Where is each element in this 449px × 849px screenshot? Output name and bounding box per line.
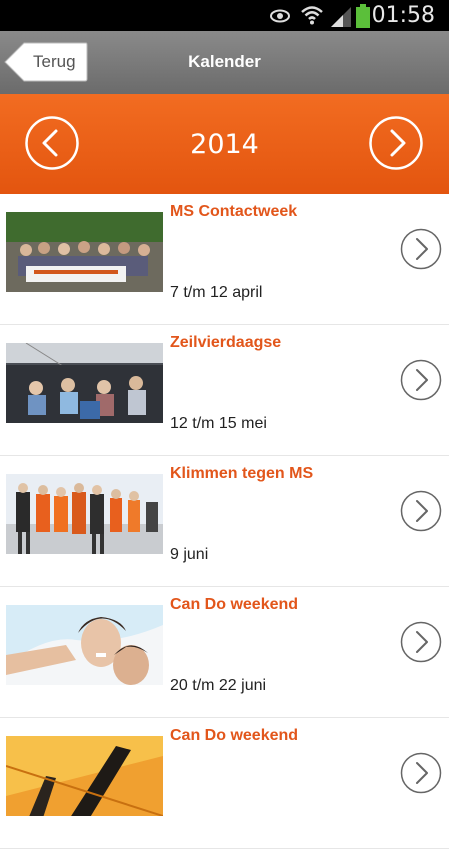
status-bar: 01:58: [0, 0, 449, 31]
status-time: 01:58: [371, 3, 435, 28]
eye-icon: [270, 9, 290, 23]
event-date: 20 t/m 22 juni: [170, 677, 267, 694]
event-row[interactable]: Klimmen tegen MS 9 juni: [0, 456, 449, 587]
wifi-icon: [301, 6, 323, 25]
nav-bar: Terug Kalender: [0, 31, 449, 94]
battery-icon: [356, 4, 370, 28]
event-photo: [6, 474, 163, 554]
event-title: Zeilvierdaagse: [170, 334, 282, 351]
event-title: Can Do weekend: [170, 727, 299, 744]
event-date: 7 t/m 12 april: [170, 284, 263, 301]
event-photo: [6, 343, 163, 423]
event-title: Can Do weekend: [170, 596, 299, 613]
event-title: MS Contactweek: [170, 203, 298, 220]
chevron-right-icon[interactable]: [400, 228, 442, 270]
event-list: MS Contactweek 7 t/m 12 april Zeilvierda…: [0, 194, 449, 849]
event-photo: [6, 212, 163, 292]
signal-icon: [331, 7, 351, 27]
chevron-right-icon[interactable]: [400, 490, 442, 532]
event-row[interactable]: Zeilvierdaagse 12 t/m 15 mei: [0, 325, 449, 456]
event-row[interactable]: Can Do weekend 20 t/m 22 juni: [0, 587, 449, 718]
event-row[interactable]: MS Contactweek 7 t/m 12 april: [0, 194, 449, 325]
chevron-right-icon: [369, 116, 423, 170]
event-date: 12 t/m 15 mei: [170, 415, 267, 432]
event-photo: [6, 736, 163, 816]
event-row[interactable]: Can Do weekend: [0, 718, 449, 849]
page-title: Kalender: [188, 52, 261, 71]
chevron-right-icon[interactable]: [400, 359, 442, 401]
year-selector: 2014: [0, 94, 449, 194]
chevron-right-icon[interactable]: [400, 752, 442, 794]
chevron-right-icon[interactable]: [400, 621, 442, 663]
event-photo: [6, 605, 163, 685]
event-date: 9 juni: [170, 546, 209, 563]
next-year-button[interactable]: [369, 116, 423, 170]
event-title: Klimmen tegen MS: [170, 465, 314, 482]
